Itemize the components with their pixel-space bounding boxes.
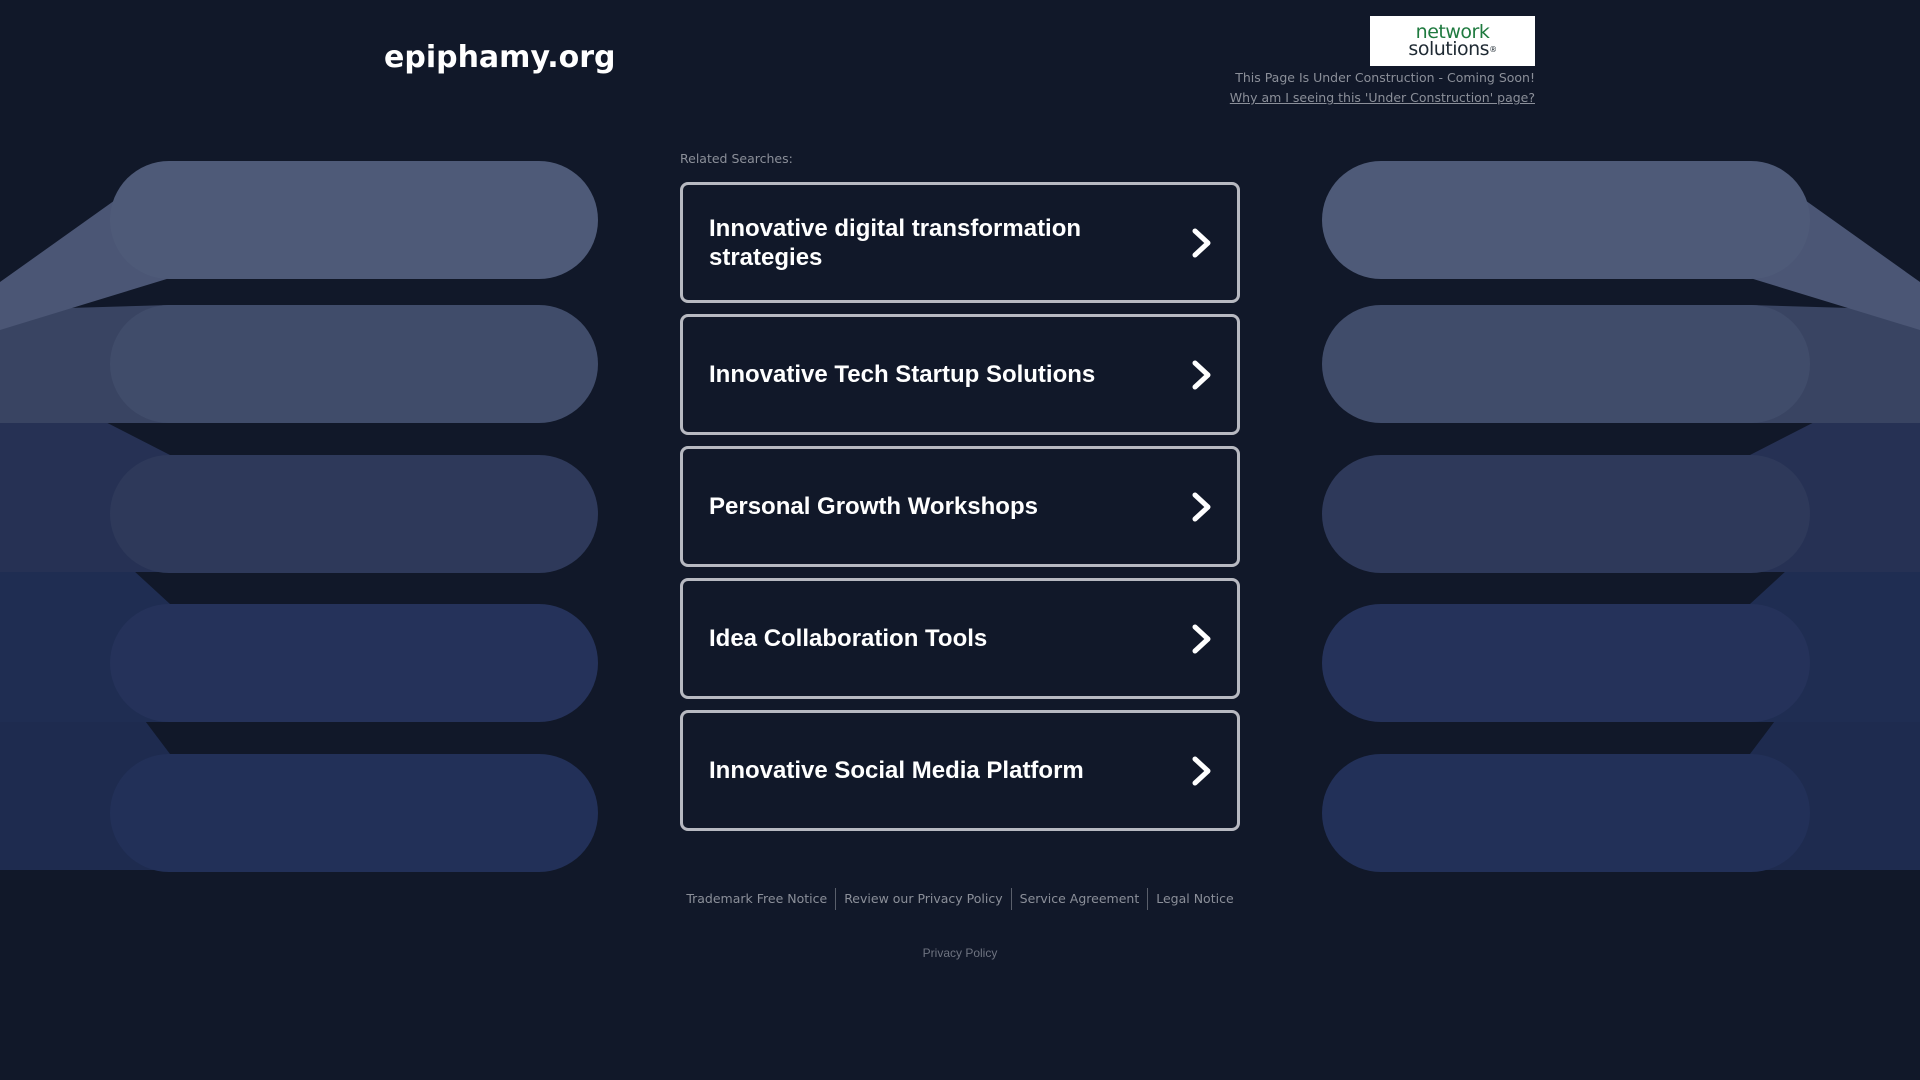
chevron-right-icon bbox=[1192, 492, 1211, 521]
left-pill-1 bbox=[110, 161, 598, 279]
related-link[interactable]: Personal Growth Workshops bbox=[680, 446, 1240, 567]
right-pill-5 bbox=[1322, 754, 1810, 872]
related-link[interactable]: Innovative digital transformation strate… bbox=[680, 182, 1240, 303]
right-pill-2 bbox=[1322, 305, 1810, 423]
footer-link-legal-notice[interactable]: Legal Notice bbox=[1147, 888, 1241, 910]
left-pill-4 bbox=[110, 604, 598, 722]
domain-title: epiphamy.org bbox=[384, 40, 616, 75]
related-link-label: Personal Growth Workshops bbox=[709, 493, 1038, 520]
privacy-policy-link[interactable]: Privacy Policy bbox=[0, 946, 1920, 960]
chevron-right-icon bbox=[1192, 624, 1211, 653]
related-link-label: Idea Collaboration Tools bbox=[709, 625, 988, 652]
related-link[interactable]: Innovative Social Media Platform bbox=[680, 710, 1240, 831]
chevron-right-icon bbox=[1192, 360, 1211, 389]
related-links-list: Innovative digital transformation strate… bbox=[680, 182, 1240, 842]
related-link[interactable]: Idea Collaboration Tools bbox=[680, 578, 1240, 699]
right-pill-1 bbox=[1322, 161, 1810, 279]
logo-registered-mark: ® bbox=[1489, 45, 1497, 54]
chevron-right-icon bbox=[1192, 228, 1211, 257]
left-pill-5 bbox=[110, 754, 598, 872]
related-link[interactable]: Innovative Tech Startup Solutions bbox=[680, 314, 1240, 435]
footer-link-trademark[interactable]: Trademark Free Notice bbox=[678, 888, 835, 910]
right-pill-4 bbox=[1322, 604, 1810, 722]
related-link-label: Innovative Tech Startup Solutions bbox=[709, 361, 1096, 388]
network-solutions-logo[interactable]: network solutions® bbox=[1370, 16, 1535, 66]
left-pill-2 bbox=[110, 305, 598, 423]
chevron-right-icon bbox=[1192, 756, 1211, 785]
left-pill-3 bbox=[110, 455, 598, 573]
related-searches-label: Related Searches: bbox=[680, 151, 793, 166]
under-construction-link[interactable]: Why am I seeing this 'Under Construction… bbox=[1230, 90, 1535, 105]
footer-links: Trademark Free Notice Review our Privacy… bbox=[0, 888, 1920, 910]
related-link-label: Innovative digital transformation strate… bbox=[709, 214, 1082, 271]
related-link-label: Innovative Social Media Platform bbox=[709, 757, 1084, 784]
footer-link-service-agreement[interactable]: Service Agreement bbox=[1010, 888, 1148, 910]
under-construction-text: This Page Is Under Construction - Coming… bbox=[1235, 70, 1535, 85]
footer-link-privacy-review[interactable]: Review our Privacy Policy bbox=[835, 888, 1010, 910]
logo-line2: solutions® bbox=[1408, 38, 1497, 60]
right-pill-3 bbox=[1322, 455, 1810, 573]
